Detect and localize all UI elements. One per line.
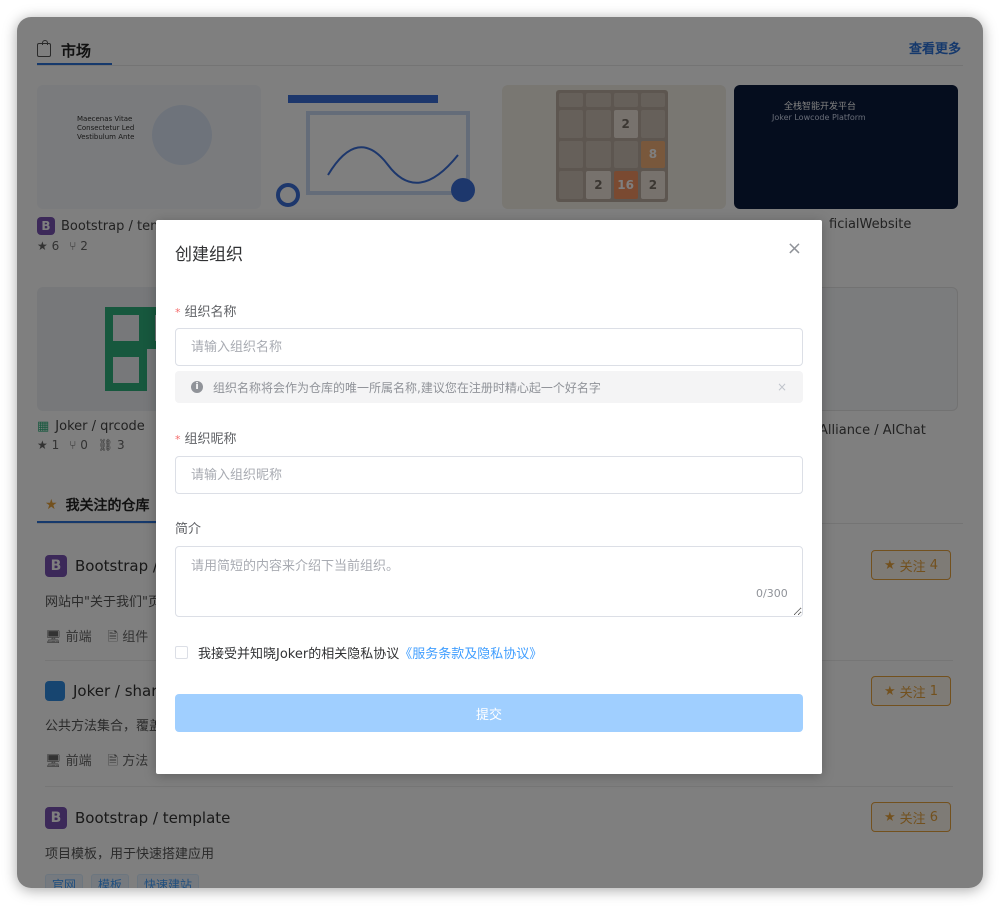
- dialog-title: 创建组织: [175, 245, 243, 265]
- terms-link[interactable]: 《服务条款及隐私协议》: [399, 643, 542, 662]
- required-mark: *: [175, 306, 181, 319]
- org-name-input[interactable]: [175, 328, 803, 366]
- agree-checkbox-row[interactable]: 我接受并知晓Joker的相关隐私协议 《服务条款及隐私协议》: [175, 643, 542, 662]
- agree-text: 我接受并知晓Joker的相关隐私协议: [198, 647, 400, 662]
- org-name-hint: i 组织名称将会作为仓库的唯一所属名称,建议您在注册时精心起一个好名字 ×: [175, 371, 803, 403]
- intro-counter: 0/300: [756, 587, 788, 600]
- hint-close-icon[interactable]: ×: [777, 380, 787, 394]
- close-icon[interactable]: ×: [787, 238, 802, 259]
- intro-textarea[interactable]: [175, 546, 803, 617]
- info-icon: i: [191, 381, 203, 393]
- nickname-label: * 组织昵称: [175, 432, 237, 447]
- agree-checkbox[interactable]: [175, 646, 188, 659]
- org-name-label: * 组织名称: [175, 305, 237, 320]
- nickname-input[interactable]: [175, 456, 803, 494]
- intro-label: 简介: [175, 522, 202, 537]
- submit-button[interactable]: 提交: [175, 694, 803, 732]
- required-mark: *: [175, 433, 181, 446]
- create-org-dialog: 创建组织 × *组织名称 i 组织名称将会作为仓库的唯一所属名称,建议您在注册时…: [156, 220, 822, 774]
- hint-text: 组织名称将会作为仓库的唯一所属名称,建议您在注册时精心起一个好名字: [213, 380, 601, 395]
